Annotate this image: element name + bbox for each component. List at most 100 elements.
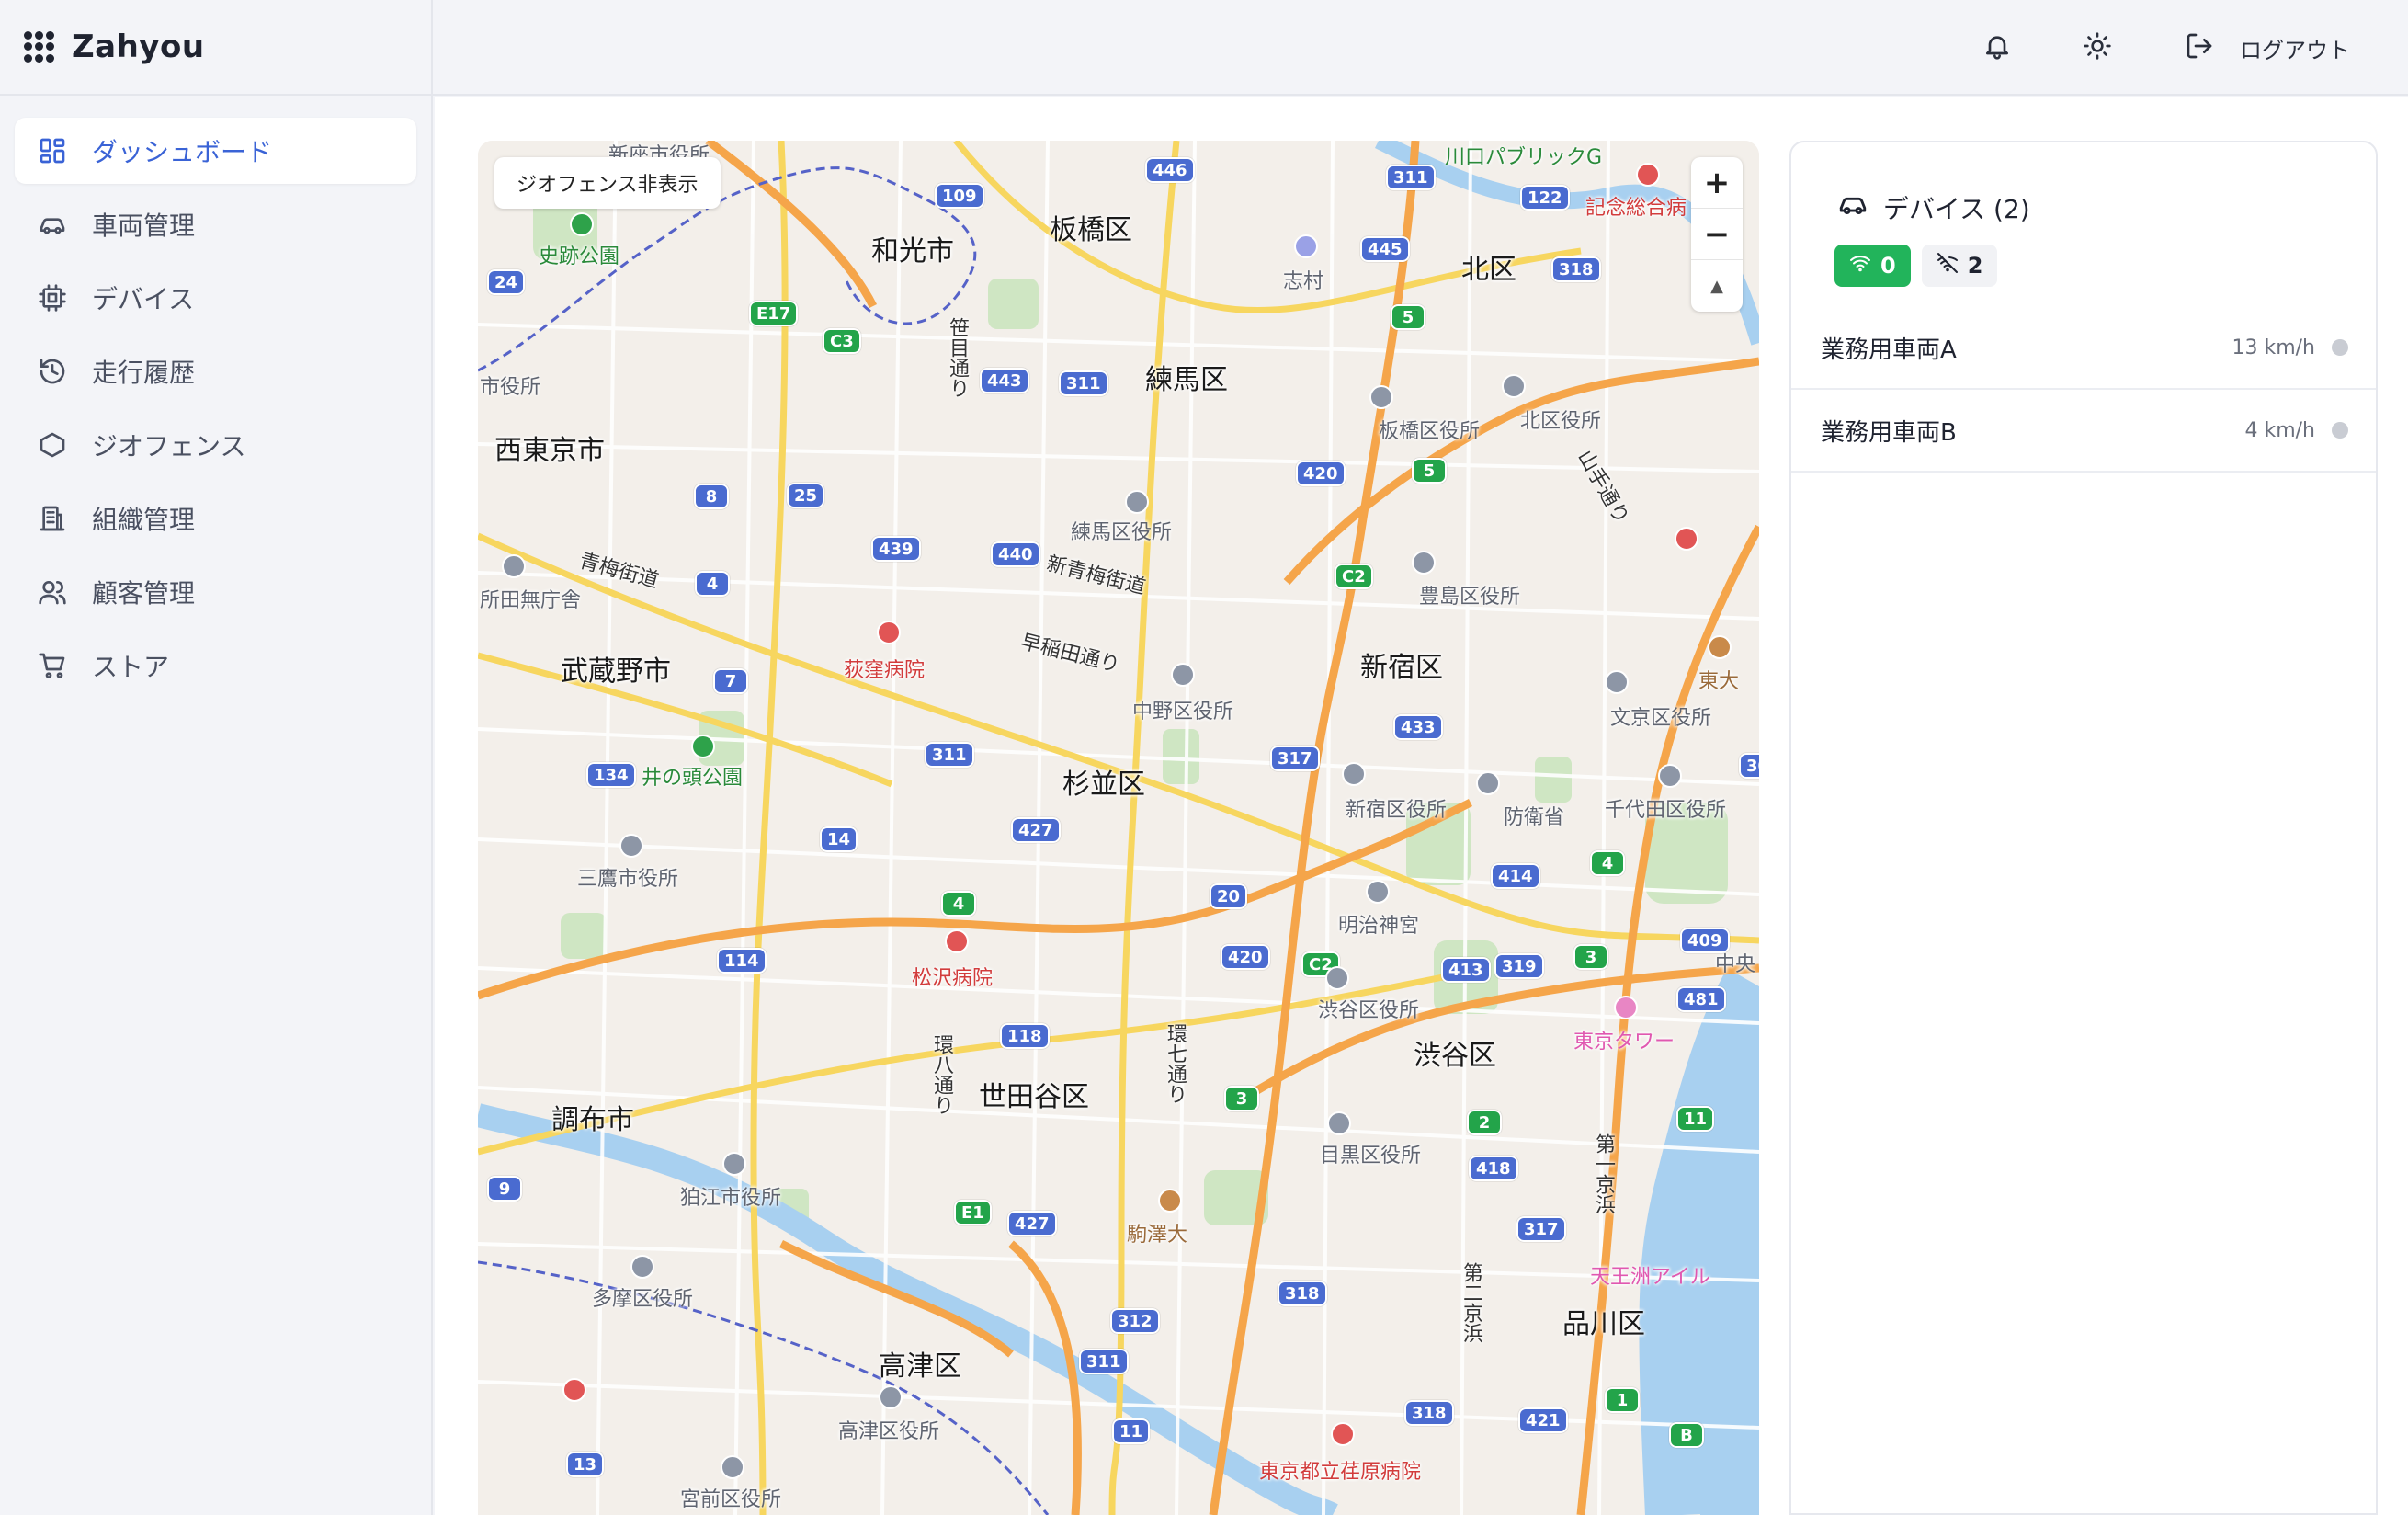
route-shield: 318 [1404, 1400, 1454, 1426]
office-marker[interactable] [619, 834, 643, 858]
hospital-marker[interactable] [945, 929, 969, 953]
online-count-badge[interactable]: 0 [1834, 245, 1911, 287]
office-marker[interactable] [722, 1152, 746, 1176]
status-dot [2332, 422, 2348, 439]
sidebar-item-devices[interactable]: デバイス [15, 265, 416, 331]
shrine-marker[interactable] [1366, 880, 1390, 904]
shrine-marker[interactable] [1294, 234, 1318, 258]
sidebar-item-vehicles[interactable]: 車両管理 [15, 191, 416, 257]
device-status-badges: 0 2 [1791, 226, 2376, 287]
map-label-kawaguchi: 川口パブリックG [1445, 146, 1603, 169]
wifi-off-icon [1937, 252, 1968, 279]
office-marker[interactable] [1605, 670, 1629, 694]
map-label-takatsu: 高津区 [879, 1350, 961, 1383]
office-marker[interactable] [1369, 385, 1393, 409]
map-label-takatsu-office: 高津区役所 [838, 1420, 940, 1443]
device-name: 業務用車両A [1821, 336, 1957, 364]
office-marker[interactable] [1125, 490, 1149, 514]
status-dot [2332, 339, 2348, 356]
compass-button[interactable]: ▲ [1691, 260, 1743, 312]
sidebar: Zahyou ダッシュボード 車両管理 デバイス 走行履歴 ジオフェンス 組織管… [0, 0, 433, 1515]
history-icon [37, 356, 68, 387]
map-label-tanashi-office: 所田無庁舎 [480, 589, 582, 612]
sidebar-nav: ダッシュボード 車両管理 デバイス 走行履歴 ジオフェンス 組織管理 顧客管理 [0, 96, 431, 728]
map-label-shinjuku-office: 新宿区役所 [1346, 799, 1448, 822]
office-marker[interactable] [502, 554, 526, 578]
route-shield: 14 [820, 826, 858, 852]
highway-shield: 1 [1605, 1387, 1640, 1413]
online-count: 0 [1880, 253, 1896, 279]
map-view[interactable]: 和光市 板橋区 北区 練馬区 西東京市 武蔵野市 新宿区 杉並区 渋谷区 世田谷… [478, 141, 1759, 1515]
office-marker[interactable] [721, 1455, 744, 1479]
route-shield: 418 [1469, 1156, 1518, 1181]
map-label-toshima-office: 豊島区役所 [1419, 586, 1521, 609]
route-shield: 312 [1110, 1308, 1160, 1334]
offline-count-badge[interactable]: 2 [1921, 245, 1998, 287]
office-marker[interactable] [1342, 762, 1366, 786]
zoom-in-button[interactable]: + [1691, 157, 1743, 209]
office-marker[interactable] [1658, 764, 1682, 788]
brand[interactable]: Zahyou [0, 0, 431, 96]
office-marker[interactable] [1325, 966, 1349, 990]
list-item[interactable]: 業務用車両A 13 km/h [1791, 307, 2376, 390]
highway-shield: E17 [749, 301, 799, 326]
list-item[interactable]: 業務用車両B 4 km/h [1791, 390, 2376, 473]
office-marker[interactable] [1502, 374, 1526, 398]
devices-panel-header: デバイス (2) [1791, 142, 2376, 226]
map-label-tokyo-tower: 東京タワー [1573, 1031, 1675, 1054]
app-name: Zahyou [72, 28, 205, 65]
hospital-marker[interactable] [877, 621, 901, 644]
theme-toggle-button[interactable] [2083, 25, 2112, 71]
route-shield: 427 [1011, 817, 1061, 843]
route-shield: 118 [1000, 1023, 1050, 1049]
route-shield: 420 [1296, 461, 1346, 486]
geofence-toggle-button[interactable]: ジオフェンス非表示 [494, 157, 721, 209]
logout-button[interactable]: ログアウト [2185, 25, 2350, 71]
route-shield: 11 [1112, 1418, 1151, 1444]
sidebar-item-organization[interactable]: 組織管理 [15, 485, 416, 552]
wifi-icon [1849, 252, 1880, 279]
highway-shield: 5 [1391, 304, 1425, 330]
route-shield: 427 [1007, 1211, 1057, 1236]
sidebar-item-geofence[interactable]: ジオフェンス [15, 412, 416, 478]
sidebar-item-label: 顧客管理 [92, 578, 196, 609]
office-marker[interactable] [630, 1255, 654, 1279]
office-marker[interactable] [1476, 771, 1500, 795]
route-shield: 318 [1278, 1281, 1327, 1306]
sidebar-item-store[interactable]: ストア [15, 632, 416, 699]
hospital-marker[interactable] [1331, 1422, 1355, 1446]
route-shield: 13 [566, 1452, 605, 1477]
park-marker[interactable] [691, 735, 715, 758]
hospital-marker[interactable] [562, 1378, 586, 1402]
route-shield: 481 [1676, 986, 1726, 1012]
map-label-itabashi-office: 板橋区役所 [1379, 420, 1481, 443]
map-label-bunkyo-office: 文京区役所 [1610, 707, 1712, 730]
university-marker[interactable] [1158, 1189, 1182, 1213]
sidebar-item-customers[interactable]: 顧客管理 [15, 559, 416, 625]
zoom-out-button[interactable]: − [1691, 209, 1743, 260]
notifications-button[interactable] [1982, 25, 2012, 71]
route-shield: 9 [487, 1176, 522, 1202]
map-label-nishitokyo: 西東京市 [494, 435, 605, 467]
tower-marker[interactable] [1614, 996, 1638, 1019]
sidebar-item-history[interactable]: 走行履歴 [15, 338, 416, 404]
map-label-nakano-office: 中野区役所 [1132, 701, 1234, 723]
map-label-wako: 和光市 [871, 235, 954, 268]
office-marker[interactable] [879, 1385, 903, 1409]
highway-shield: 4 [941, 891, 976, 917]
sidebar-item-dashboard[interactable]: ダッシュボード [15, 118, 416, 184]
logout-label: ログアウト [2240, 37, 2350, 63]
university-marker[interactable] [1708, 635, 1732, 659]
route-shield: 25 [787, 483, 825, 508]
office-marker[interactable] [1412, 551, 1436, 575]
office-marker[interactable] [1171, 663, 1195, 687]
map-label-daiichi-keihin: 第一京浜 [1592, 1133, 1615, 1214]
device-name: 業務用車両B [1821, 418, 1957, 447]
hospital-marker[interactable] [1636, 163, 1660, 187]
map-label-kinen-hospital: 記念総合病 [1585, 197, 1687, 220]
park-marker[interactable] [570, 212, 594, 236]
sidebar-item-label: ジオフェンス [92, 431, 246, 461]
office-marker[interactable] [1327, 1111, 1351, 1135]
hospital-marker[interactable] [1675, 527, 1698, 551]
users-icon [37, 576, 68, 608]
